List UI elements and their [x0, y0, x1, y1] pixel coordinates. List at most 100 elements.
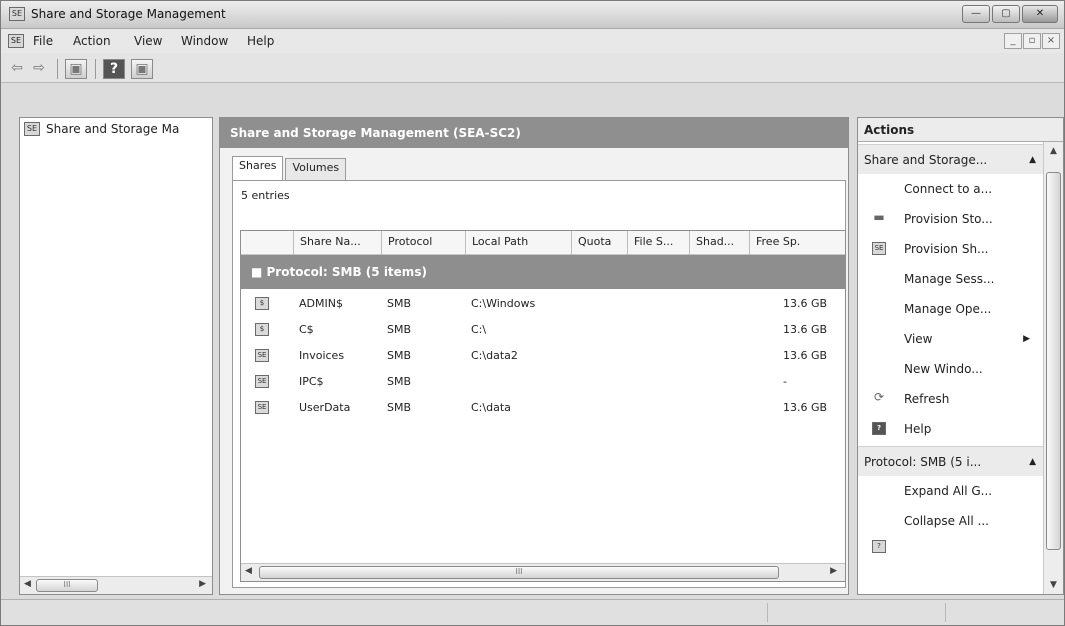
table-row[interactable]: SE Invoices SMB C:\data2 13.6 GB [241, 343, 845, 369]
share-icon: SE [255, 375, 269, 388]
action-label: View [904, 332, 933, 346]
group-header-protocol-smb[interactable]: ■ Protocol: SMB (5 items) [241, 255, 845, 289]
list-horizontal-scrollbar[interactable]: ◀ III ▶ [241, 563, 845, 581]
entries-count: 5 entries [241, 189, 290, 202]
menu-action[interactable]: Action [73, 34, 111, 48]
cell-local-path: C:\data2 [471, 349, 518, 362]
status-bar-segment [767, 603, 768, 622]
scroll-right-icon[interactable]: ▶ [830, 566, 837, 576]
menu-bar: SE File Action View Window Help _ ▫ × [1, 29, 1064, 53]
actions-vertical-scrollbar[interactable]: ▲ ▼ [1043, 142, 1063, 594]
forward-arrow-icon[interactable]: ⇨ [29, 59, 49, 79]
action-label: Manage Sess... [904, 272, 995, 286]
scroll-left-icon[interactable]: ◀ [245, 566, 252, 576]
action-view[interactable]: View ▶ [858, 324, 1044, 354]
action-manage-sessions[interactable]: Manage Sess... [858, 264, 1044, 294]
toolbar-separator [57, 59, 58, 79]
show-hide-action-pane-icon[interactable]: ▣ [131, 59, 153, 79]
column-share-name[interactable]: Share Na... [293, 231, 381, 255]
status-bar-segment [945, 603, 946, 622]
table-row[interactable]: SE IPC$ SMB - [241, 369, 845, 395]
action-label: Connect to a... [904, 182, 993, 196]
action-manage-open-files[interactable]: Manage Ope... [858, 294, 1044, 324]
scroll-thumb[interactable]: III [259, 566, 779, 579]
action-label: New Windo... [904, 362, 983, 376]
mdi-restore-button[interactable]: ▫ [1023, 33, 1041, 49]
minimize-button[interactable]: — [962, 5, 990, 23]
mdi-minimize-button[interactable]: _ [1004, 33, 1022, 49]
tree-node-share-storage[interactable]: SE Share and Storage Ma [24, 122, 179, 136]
menu-view[interactable]: View [134, 34, 162, 48]
system-menu-icon[interactable]: SE [8, 34, 24, 48]
menu-window[interactable]: Window [181, 34, 228, 48]
action-collapse-all-groups[interactable]: Collapse All ... [858, 506, 1044, 536]
title-bar[interactable]: SE Share and Storage Management — ▢ ✕ [1, 1, 1064, 29]
scroll-left-icon[interactable]: ◀ [24, 579, 31, 589]
table-row[interactable]: $ C$ SMB C:\ 13.6 GB [241, 317, 845, 343]
back-arrow-icon[interactable]: ⇦ [7, 59, 27, 79]
cell-share-name: Invoices [299, 349, 345, 362]
tree-horizontal-scrollbar[interactable]: ◀ III ▶ [20, 576, 212, 594]
share-icon: SE [872, 242, 886, 255]
cell-protocol: SMB [387, 401, 412, 414]
actions-section-protocol-smb[interactable]: Protocol: SMB (5 i... ▲ [858, 446, 1044, 476]
action-refresh[interactable]: ⟳ Refresh [858, 384, 1044, 414]
action-new-window[interactable]: New Windo... [858, 354, 1044, 384]
action-connect[interactable]: Connect to a... [858, 174, 1044, 204]
tab-volumes[interactable]: Volumes [285, 158, 347, 180]
shares-list: Share Na... Protocol Local Path Quota Fi… [240, 230, 846, 582]
action-partially-visible[interactable]: ? [858, 538, 1044, 558]
share-storage-icon: SE [24, 122, 40, 136]
main-window: SE Share and Storage Management — ▢ ✕ SE… [0, 0, 1065, 626]
share-storage-icon: SE [9, 7, 25, 21]
cell-local-path: C:\data [471, 401, 511, 414]
scroll-thumb[interactable]: III [36, 579, 98, 592]
help-icon[interactable]: ? [103, 59, 125, 79]
cell-local-path [465, 369, 471, 395]
cell-share-name: IPC$ [299, 375, 324, 388]
cell-local-path: C:\Windows [471, 297, 536, 310]
collapse-up-icon[interactable]: ▲ [1029, 447, 1036, 477]
scroll-up-icon[interactable]: ▲ [1050, 146, 1057, 156]
action-provision-share[interactable]: SE Provision Sh... [858, 234, 1044, 264]
table-row[interactable]: $ ADMIN$ SMB C:\Windows 13.6 GB [241, 291, 845, 317]
close-button[interactable]: ✕ [1022, 5, 1058, 23]
show-hide-tree-icon[interactable]: ▣ [65, 59, 87, 79]
tab-strip: Shares Volumes [232, 156, 348, 180]
action-label: Refresh [904, 392, 950, 406]
column-file-screen[interactable]: File S... [627, 231, 689, 255]
help-icon: ? [872, 540, 886, 553]
action-label: Provision Sh... [904, 242, 989, 256]
cell-free-space: 13.6 GB [783, 323, 828, 336]
menu-help[interactable]: Help [247, 34, 274, 48]
scroll-down-icon[interactable]: ▼ [1050, 580, 1057, 590]
mdi-close-button[interactable]: × [1042, 33, 1060, 49]
action-provision-storage[interactable]: ▬ Provision Sto... [858, 204, 1044, 234]
action-label: Provision Sto... [904, 212, 993, 226]
table-row[interactable]: SE UserData SMB C:\data 13.6 GB [241, 395, 845, 421]
cell-protocol: SMB [387, 297, 412, 310]
console-tree: SE Share and Storage Ma ◀ III ▶ [19, 117, 213, 595]
menu-file[interactable]: File [33, 34, 53, 48]
scroll-right-icon[interactable]: ▶ [199, 579, 206, 589]
section-label: Protocol: SMB (5 i... [864, 455, 982, 469]
actions-pane: Actions Share and Storage... ▲ Connect t… [857, 117, 1064, 595]
mdi-controls: _ ▫ × [1004, 33, 1060, 49]
column-free-space[interactable]: Free Sp. [749, 231, 845, 255]
column-local-path[interactable]: Local Path [465, 231, 571, 255]
cell-share-name: ADMIN$ [299, 297, 343, 310]
tab-shares[interactable]: Shares [232, 156, 284, 180]
column-protocol[interactable]: Protocol [381, 231, 465, 255]
maximize-button[interactable]: ▢ [992, 5, 1020, 23]
cell-protocol: SMB [387, 349, 412, 362]
window-controls: — ▢ ✕ [962, 5, 1058, 23]
collapse-up-icon[interactable]: ▲ [1029, 145, 1036, 175]
column-header-row: Share Na... Protocol Local Path Quota Fi… [241, 231, 845, 255]
column-shadow-copies[interactable]: Shad... [689, 231, 749, 255]
scroll-thumb[interactable] [1046, 172, 1061, 550]
action-expand-all-groups[interactable]: Expand All G... [858, 476, 1044, 506]
column-quota[interactable]: Quota [571, 231, 627, 255]
action-help[interactable]: ? Help [858, 414, 1044, 444]
window-title: Share and Storage Management [31, 7, 226, 21]
actions-section-share-storage[interactable]: Share and Storage... ▲ [858, 144, 1044, 174]
